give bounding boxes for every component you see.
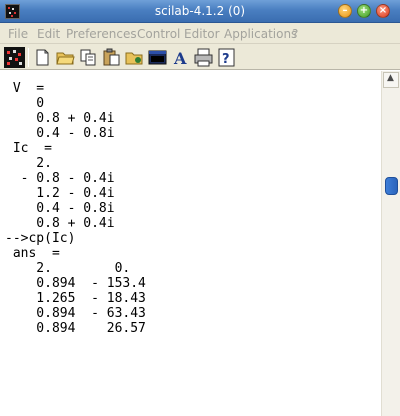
help-icon[interactable]: ? [216, 47, 237, 68]
open-folder-icon[interactable] [55, 47, 76, 68]
svg-text:?: ? [222, 52, 230, 67]
vertical-scrollbar[interactable]: ▲ [381, 71, 400, 416]
console-line: -->cp(Ic) [5, 231, 76, 246]
toolbar: A ? [0, 44, 400, 70]
close-button[interactable]: × [376, 4, 390, 18]
menu-help[interactable]: ? [292, 27, 298, 41]
title-bar[interactable]: scilab-4.1.2 (0) – + × [0, 0, 400, 23]
scilab-logo-icon[interactable] [4, 47, 25, 68]
console-line: 0.894 - 153.4 [5, 276, 146, 291]
console-line: 0.4 - 0.8i [5, 126, 115, 141]
scroll-thumb[interactable] [385, 177, 398, 195]
minimize-button[interactable]: – [338, 4, 352, 18]
change-directory-icon[interactable] [124, 47, 145, 68]
menu-applications[interactable]: Applications [224, 27, 297, 41]
console-line: ans = [5, 246, 60, 261]
paste-icon[interactable] [101, 47, 122, 68]
console-output[interactable]: V = 0 0.8 + 0.4i 0.4 - 0.8i Ic = 2. - 0.… [0, 71, 381, 416]
maximize-button[interactable]: + [357, 4, 371, 18]
console-line: 1.2 - 0.4i [5, 186, 115, 201]
svg-text:A: A [173, 49, 187, 68]
scroll-up-button[interactable]: ▲ [383, 72, 399, 88]
new-file-icon[interactable] [32, 47, 53, 68]
menu-bar: File Edit Preferences Control Editor App… [0, 23, 400, 44]
arrow-up-icon: ▲ [387, 73, 394, 83]
console-text: V = 0 0.8 + 0.4i 0.4 - 0.8i Ic = 2. - 0.… [5, 81, 146, 336]
menu-edit[interactable]: Edit [37, 27, 60, 41]
menu-editor[interactable]: Editor [184, 27, 220, 41]
minimize-icon: – [342, 5, 348, 16]
maximize-icon: + [359, 5, 369, 16]
console-line: 0 [5, 96, 45, 111]
console-line: - 0.8 - 0.4i [5, 171, 115, 186]
toolbar-separator [28, 48, 29, 67]
font-icon[interactable]: A [170, 47, 191, 68]
console-window-icon[interactable] [147, 47, 168, 68]
menu-file[interactable]: File [8, 27, 28, 41]
console-line: V = [5, 81, 45, 96]
console-line: 0.4 - 0.8i [5, 201, 115, 216]
print-icon[interactable] [193, 47, 214, 68]
console-line: 0.894 - 63.43 [5, 306, 146, 321]
console-line: 2. 0. [5, 261, 131, 276]
console-line: 0.8 + 0.4i [5, 216, 115, 231]
menu-preferences[interactable]: Preferences [66, 27, 137, 41]
console-line: 1.265 - 18.43 [5, 291, 146, 306]
console-line: Ic = [5, 141, 52, 156]
console-line: 0.894 26.57 [5, 321, 146, 336]
console-line: 0.8 + 0.4i [5, 111, 115, 126]
menu-control[interactable]: Control [137, 27, 180, 41]
copy-icon[interactable] [78, 47, 99, 68]
close-icon: × [378, 5, 388, 16]
console-line: 2. [5, 156, 52, 171]
